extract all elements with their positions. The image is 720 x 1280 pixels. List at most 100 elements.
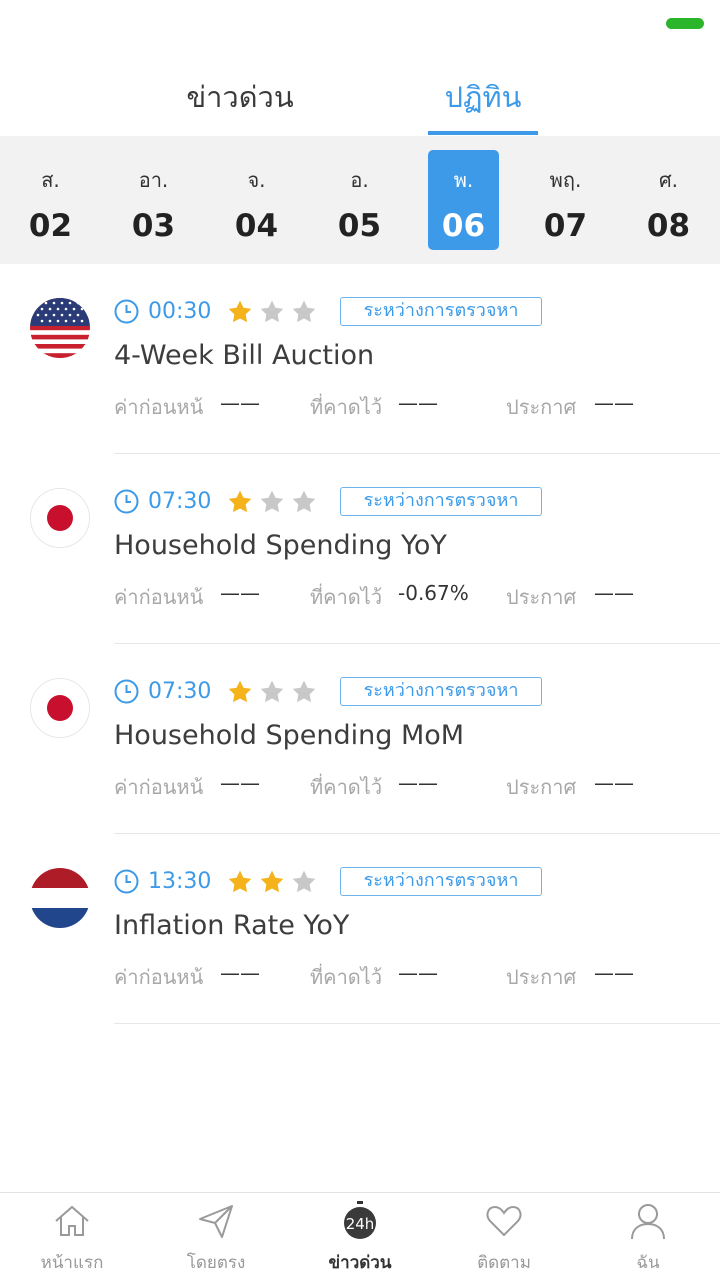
calendar-event[interactable]: 07:30 ระหว่างการตรวจหา Household Spendin… xyxy=(0,454,720,644)
day-of-week: พ. xyxy=(453,168,474,192)
previous-value: —— xyxy=(220,771,260,795)
nav-flash-news[interactable]: 24h ข่าวด่วน xyxy=(288,1193,432,1280)
day-item[interactable]: อา. 03 xyxy=(118,150,189,250)
event-title: Inflation Rate YoY xyxy=(114,910,350,941)
24h-icon: 24h xyxy=(344,1201,376,1239)
tab-calendar[interactable]: ปฏิทิน xyxy=(428,74,538,120)
forecast-value: —— xyxy=(398,391,438,415)
us-flag-icon xyxy=(30,298,90,358)
event-time: 07:30 xyxy=(148,489,212,514)
active-tab-indicator xyxy=(428,131,538,135)
day-item[interactable]: จ. 04 xyxy=(221,150,292,250)
previous-label: ค่าก่อนหน้ xyxy=(114,775,204,799)
star-icon xyxy=(292,300,316,323)
star-icon xyxy=(228,680,252,703)
nav-label: ฉัน xyxy=(636,1253,660,1273)
day-of-week: อา. xyxy=(138,168,169,192)
status-badge: ระหว่างการตรวจหา xyxy=(340,677,542,706)
day-of-week: ส. xyxy=(41,168,60,192)
star-icon xyxy=(260,490,284,513)
nav-label: โดยตรง xyxy=(186,1253,246,1273)
bottom-navigation: หน้าแรก โดยตรง 24h ข่าวด่วน ติดตาม ฉัน xyxy=(0,1192,720,1280)
forecast-value: —— xyxy=(398,961,438,985)
day-item[interactable]: อ. 05 xyxy=(324,150,395,250)
top-tabs: ข่าวด่วน ปฏิทิน xyxy=(0,60,720,136)
importance-stars xyxy=(227,489,327,515)
japan-flag-icon xyxy=(30,488,90,548)
forecast-value: —— xyxy=(398,771,438,795)
status-badge: ระหว่างการตรวจหา xyxy=(340,297,542,326)
clock-icon xyxy=(114,869,139,894)
nav-direct[interactable]: โดยตรง xyxy=(144,1193,288,1280)
battery-indicator-icon xyxy=(666,18,704,29)
event-time: 13:30 xyxy=(148,869,212,894)
event-title: 4-Week Bill Auction xyxy=(114,340,375,371)
star-icon xyxy=(292,870,316,893)
event-title: Household Spending YoY xyxy=(114,530,447,561)
clock-icon xyxy=(114,679,139,704)
nav-label: ติดตาม xyxy=(477,1253,531,1273)
actual-value: —— xyxy=(594,391,634,415)
day-number: 05 xyxy=(337,208,382,244)
24h-icon-text: 24h xyxy=(346,1215,375,1233)
actual-label: ประกาศ xyxy=(506,965,577,989)
previous-value: —— xyxy=(220,581,260,605)
star-icon xyxy=(228,300,252,323)
home-icon xyxy=(55,1205,89,1236)
previous-value: —— xyxy=(220,391,260,415)
day-of-week: จ. xyxy=(247,168,266,192)
previous-value: —— xyxy=(220,961,260,985)
actual-value: —— xyxy=(594,581,634,605)
event-time: 00:30 xyxy=(148,299,212,324)
tab-flash-news[interactable]: ข่าวด่วน xyxy=(140,74,340,120)
day-of-week: อ. xyxy=(350,168,369,192)
actual-value: —— xyxy=(594,961,634,985)
day-number: 03 xyxy=(131,208,176,244)
star-icon xyxy=(260,680,284,703)
importance-stars xyxy=(227,299,327,325)
date-selector: ส. 02 อา. 03 จ. 04 อ. 05 พ. 06 พฤ. 07 ศ.… xyxy=(0,136,720,264)
importance-stars xyxy=(227,679,327,705)
nav-home[interactable]: หน้าแรก xyxy=(0,1193,144,1280)
clock-icon xyxy=(114,299,139,324)
star-icon xyxy=(260,300,284,323)
heart-icon xyxy=(486,1205,522,1237)
divider xyxy=(114,1023,720,1024)
user-icon xyxy=(631,1204,665,1240)
star-icon xyxy=(292,680,316,703)
status-badge: ระหว่างการตรวจหา xyxy=(340,487,542,516)
actual-label: ประกาศ xyxy=(506,395,577,419)
day-of-week: ศ. xyxy=(658,168,679,192)
importance-stars xyxy=(227,869,327,895)
calendar-event[interactable]: 00:30 ระหว่างการตรวจหา 4-Week Bill Aucti… xyxy=(0,264,720,454)
forecast-label: ที่คาดไว้ xyxy=(310,585,383,609)
nav-label: หน้าแรก xyxy=(40,1253,104,1273)
send-icon xyxy=(199,1205,233,1238)
event-time: 07:30 xyxy=(148,679,212,704)
clock-icon xyxy=(114,489,139,514)
forecast-label: ที่คาดไว้ xyxy=(310,965,383,989)
nav-follow[interactable]: ติดตาม xyxy=(432,1193,576,1280)
day-item[interactable]: ศ. 08 xyxy=(633,150,704,250)
day-number: 07 xyxy=(543,208,588,244)
star-icon xyxy=(292,490,316,513)
actual-label: ประกาศ xyxy=(506,585,577,609)
forecast-label: ที่คาดไว้ xyxy=(310,775,383,799)
actual-value: —— xyxy=(594,771,634,795)
nav-label: ข่าวด่วน xyxy=(328,1253,392,1273)
forecast-label: ที่คาดไว้ xyxy=(310,395,383,419)
netherlands-flag-icon xyxy=(30,868,90,928)
calendar-event[interactable]: 13:30 ระหว่างการตรวจหา Inflation Rate Yo… xyxy=(0,834,720,1024)
status-badge: ระหว่างการตรวจหา xyxy=(340,867,542,896)
calendar-event[interactable]: 07:30 ระหว่างการตรวจหา Household Spendin… xyxy=(0,644,720,834)
day-item[interactable]: พฤ. 07 xyxy=(530,150,601,250)
day-number: 02 xyxy=(28,208,73,244)
previous-label: ค่าก่อนหน้ xyxy=(114,965,204,989)
star-icon xyxy=(228,490,252,513)
star-icon xyxy=(260,870,284,893)
day-item[interactable]: ส. 02 xyxy=(15,150,86,250)
day-number: 08 xyxy=(646,208,691,244)
day-item-selected[interactable]: พ. 06 xyxy=(428,150,499,250)
nav-me[interactable]: ฉัน xyxy=(576,1193,720,1280)
forecast-value: -0.67% xyxy=(398,581,469,605)
